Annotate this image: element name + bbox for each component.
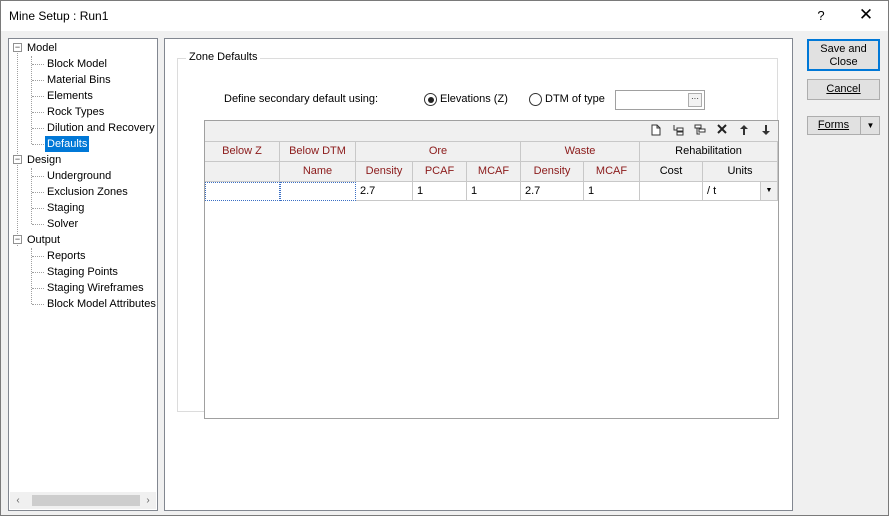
dtm-radio-label[interactable]: DTM of type [545, 93, 605, 105]
navigation-tree: − Model Block Model Material Bins Elemen… [8, 38, 158, 511]
tree-item-staging[interactable]: Staging [47, 200, 84, 216]
help-button[interactable]: ? [809, 5, 833, 27]
zone-defaults-grid: Below Z Below DTM Ore Waste Rehabilitati… [204, 120, 779, 419]
tree-item-elements[interactable]: Elements [47, 88, 93, 104]
scroll-right-icon[interactable]: › [140, 492, 156, 509]
col-ore-pcaf[interactable]: PCAF [413, 162, 467, 182]
col-units[interactable]: Units [703, 162, 778, 182]
col-waste-mcaf[interactable]: MCAF [584, 162, 640, 182]
new-row-icon[interactable] [648, 124, 664, 139]
move-up-icon[interactable] [736, 124, 752, 139]
tree-item-staging-points[interactable]: Staging Points [47, 264, 118, 280]
insert-row-icon[interactable] [670, 124, 686, 139]
cell-below-dtm[interactable] [280, 182, 356, 201]
window-title: Mine Setup : Run1 [9, 9, 109, 23]
tree-item-underground[interactable]: Underground [47, 168, 111, 184]
cancel-button[interactable]: Cancel [807, 79, 880, 100]
dtm-radio[interactable] [529, 93, 542, 106]
tree-item-staging-wireframes[interactable]: Staging Wireframes [47, 280, 144, 296]
move-down-icon[interactable] [758, 124, 774, 139]
cell-units-dropdown[interactable]: / t ▼ [703, 182, 778, 201]
col-group-waste: Waste [521, 142, 640, 162]
cell-ore-mcaf[interactable]: 1 [467, 182, 521, 201]
col-ore-mcaf[interactable]: MCAF [467, 162, 521, 182]
cell-waste-mcaf[interactable]: 1 [584, 182, 640, 201]
tree-connector [17, 53, 18, 246]
col-name[interactable]: Name [280, 162, 356, 182]
cell-below-z[interactable] [205, 182, 280, 201]
col-below-z[interactable]: Below Z [205, 142, 280, 162]
cancel-label: Cancel [826, 83, 861, 95]
model-collapse-icon[interactable]: − [13, 43, 22, 52]
tree-item-dilution-and-recovery[interactable]: Dilution and Recovery [47, 120, 155, 136]
mine-setup-dialog: Mine Setup : Run1 ? ✕ − Model Block Mode… [0, 0, 889, 516]
scroll-thumb[interactable] [32, 495, 140, 506]
tree-item-material-bins[interactable]: Material Bins [47, 72, 111, 88]
tree-item-rock-types[interactable]: Rock Types [47, 104, 104, 120]
design-collapse-icon[interactable]: − [13, 155, 22, 164]
dropdown-arrow-icon[interactable]: ▼ [760, 182, 777, 200]
cell-ore-density[interactable]: 2.7 [356, 182, 413, 201]
group-title: Zone Defaults [186, 51, 261, 63]
col-group-ore: Ore [356, 142, 521, 162]
tree-node-design[interactable]: Design [27, 152, 61, 168]
tree-item-defaults[interactable]: Defaults [45, 136, 90, 152]
append-row-icon[interactable] [692, 124, 708, 139]
tree-node-output[interactable]: Output [27, 232, 60, 248]
forms-label: Forms [817, 119, 850, 131]
define-secondary-label: Define secondary default using: [224, 93, 379, 105]
tree-item-reports[interactable]: Reports [47, 248, 86, 264]
cell-cost[interactable] [640, 182, 703, 201]
tree-item-solver[interactable]: Solver [47, 216, 78, 232]
zone-defaults-group: Zone Defaults Define secondary default u… [177, 51, 779, 419]
col-below-dtm[interactable]: Below DTM [280, 142, 356, 162]
cell-ore-pcaf[interactable]: 1 [413, 182, 467, 201]
col-below-z-sub [205, 162, 280, 182]
scroll-left-icon[interactable]: ‹ [10, 492, 26, 509]
grid-toolbar [205, 121, 778, 142]
close-icon[interactable]: ✕ [853, 5, 879, 27]
elevations-radio[interactable] [424, 93, 437, 106]
cell-waste-density[interactable]: 2.7 [521, 182, 584, 201]
tree-connector [31, 56, 32, 144]
col-waste-density[interactable]: Density [521, 162, 584, 182]
delete-row-icon[interactable] [714, 124, 730, 139]
browse-ellipsis-icon[interactable]: ··· [688, 93, 702, 107]
save-and-close-button[interactable]: Save and Close [807, 39, 880, 71]
col-group-rehabilitation: Rehabilitation [640, 142, 778, 162]
tree-node-model[interactable]: Model [27, 40, 57, 56]
tree-item-block-model[interactable]: Block Model [47, 56, 107, 72]
tree-item-block-model-attributes[interactable]: Block Model Attributes [47, 296, 156, 312]
cell-units-value: / t [707, 185, 717, 197]
title-bar: Mine Setup : Run1 ? ✕ [1, 1, 888, 31]
col-ore-density[interactable]: Density [356, 162, 413, 182]
forms-dropdown-icon[interactable]: ▼ [860, 116, 880, 135]
tree-horizontal-scrollbar[interactable]: ‹ › [10, 492, 156, 509]
tree-item-exclusion-zones[interactable]: Exclusion Zones [47, 184, 128, 200]
col-cost[interactable]: Cost [640, 162, 703, 182]
output-collapse-icon[interactable]: − [13, 235, 22, 244]
zone-defaults-panel: Zone Defaults Define secondary default u… [164, 38, 793, 511]
dtm-type-field[interactable]: ··· [615, 90, 705, 110]
elevations-radio-label[interactable]: Elevations (Z) [440, 93, 508, 105]
